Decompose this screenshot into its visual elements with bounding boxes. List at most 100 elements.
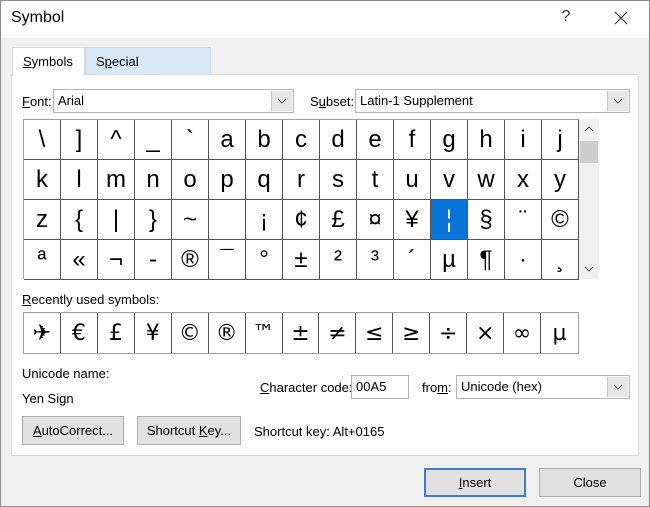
symbol-cell[interactable]: · [505, 240, 542, 280]
recent-symbol-cell[interactable]: µ [541, 313, 578, 353]
symbol-cell[interactable]: p [209, 160, 246, 200]
symbol-cell[interactable]: u [394, 160, 431, 200]
symbol-cell[interactable]: ¶ [468, 240, 505, 280]
symbol-cell[interactable]: o [172, 160, 209, 200]
chevron-down-icon [613, 384, 623, 390]
shortcut-key-button[interactable]: Shortcut Key... [137, 416, 241, 445]
recent-symbol-cell[interactable]: ± [283, 313, 320, 353]
recent-symbol-cell[interactable]: ™ [246, 313, 283, 353]
symbol-cell[interactable]: | [98, 200, 135, 240]
symbol-cell[interactable]: b [246, 120, 283, 160]
symbol-cell[interactable]: ¯ [209, 240, 246, 280]
symbol-cell[interactable]: i [505, 120, 542, 160]
from-label-text: fro [422, 380, 438, 395]
tab-special-characters[interactable]: Special Characters [85, 47, 211, 96]
symbol-cell[interactable]: g [431, 120, 468, 160]
recent-symbol-cell[interactable]: © [172, 313, 209, 353]
symbol-cell[interactable]: ~ [172, 200, 209, 240]
symbol-cell[interactable]: ¨ [505, 200, 542, 240]
subset-dropdown-value: Latin-1 Supplement [360, 93, 473, 108]
symbol-cell[interactable] [209, 200, 246, 240]
symbol-cell[interactable]: j [542, 120, 579, 160]
recent-symbol-cell[interactable]: ≠ [319, 313, 357, 353]
symbol-cell[interactable]: ¥ [394, 200, 431, 240]
symbol-cell[interactable]: y [542, 160, 579, 200]
autocorrect-button[interactable]: AutoCorrect... [22, 416, 124, 445]
symbol-cell[interactable]: - [135, 240, 172, 280]
symbol-cell[interactable]: z [24, 200, 61, 240]
symbol-cell[interactable]: ° [246, 240, 283, 280]
symbol-cell[interactable]: ¬ [98, 240, 135, 280]
symbol-cell[interactable]: c [283, 120, 320, 160]
symbol-cell[interactable]: ¡ [246, 200, 283, 240]
symbol-cell[interactable]: r [283, 160, 320, 200]
symbol-cell[interactable]: q [246, 160, 283, 200]
symbol-cell[interactable]: ² [320, 240, 357, 280]
symbol-cell[interactable]: ^ [98, 120, 135, 160]
symbol-cell[interactable]: £ [320, 200, 357, 240]
subset-dropdown-arrow[interactable] [607, 91, 628, 111]
symbol-cell[interactable]: ¢ [283, 200, 320, 240]
symbol-cell[interactable]: { [61, 200, 98, 240]
symbol-cell[interactable]: a [209, 120, 246, 160]
symbol-cell[interactable]: ® [172, 240, 209, 280]
symbol-cell[interactable]: ¤ [357, 200, 394, 240]
symbol-grid-scrollbar[interactable] [579, 119, 599, 279]
character-code-input[interactable]: 00A5 [351, 375, 409, 399]
symbol-grid[interactable]: \] ^ _ ` a b c d e f g h i j k l m n o p q r s t u v w x y z{|} ~ ¡ ¢ £ ¤… [23, 119, 579, 280]
symbol-cell[interactable]: ¸ [542, 240, 579, 280]
recent-symbol-cell[interactable]: ≤ [356, 313, 394, 353]
symbol-cell[interactable]: ´ [394, 240, 431, 280]
symbol-cell[interactable]: ª [24, 240, 61, 280]
symbol-cell[interactable]: h [468, 120, 505, 160]
symbol-cell[interactable]: _ [135, 120, 172, 160]
symbol-cell[interactable]: ³ [357, 240, 394, 280]
recent-symbol-cell[interactable]: ✈ [24, 313, 61, 353]
symbol-cell[interactable]: ± [283, 240, 320, 280]
insert-button[interactable]: Insert [424, 468, 526, 497]
symbol-cell[interactable]: x [505, 160, 542, 200]
symbol-cell[interactable]: l [61, 160, 98, 200]
symbol-cell[interactable]: e [357, 120, 394, 160]
font-dropdown-arrow[interactable] [271, 91, 292, 111]
subset-dropdown[interactable]: Latin-1 Supplement [355, 89, 630, 113]
symbol-cell[interactable]: ` [172, 120, 209, 160]
help-button[interactable]: ? [556, 8, 576, 26]
recent-symbol-cell[interactable]: ∞ [504, 313, 542, 353]
symbol-cell[interactable]: k [24, 160, 61, 200]
recent-symbol-cell[interactable]: ¥ [135, 313, 172, 353]
symbol-cell[interactable]: ] [61, 120, 98, 160]
recent-symbol-cell[interactable]: ÷ [430, 313, 468, 353]
font-dropdown[interactable]: Arial [53, 89, 294, 113]
recent-symbol-cell[interactable]: ≥ [393, 313, 431, 353]
from-dropdown-arrow[interactable] [607, 377, 628, 397]
from-label: from: [422, 380, 452, 395]
recent-symbol-cell[interactable]: ® [209, 313, 246, 353]
symbol-cell[interactable]: v [431, 160, 468, 200]
recent-symbol-cell[interactable]: € [61, 313, 98, 353]
scroll-down-button[interactable] [579, 259, 599, 279]
scroll-thumb[interactable] [580, 141, 598, 163]
symbol-cell[interactable]: « [61, 240, 98, 280]
symbol-cell[interactable]: s [320, 160, 357, 200]
symbol-cell[interactable]: } [135, 200, 172, 240]
from-dropdown[interactable]: Unicode (hex) [456, 375, 630, 399]
symbol-cell[interactable]: ¦ [431, 200, 468, 240]
close-window-button[interactable] [606, 5, 636, 31]
symbol-cell[interactable]: t [357, 160, 394, 200]
symbol-cell[interactable]: µ [431, 240, 468, 280]
symbol-cell[interactable]: n [135, 160, 172, 200]
symbol-cell[interactable]: f [394, 120, 431, 160]
symbol-cell[interactable]: § [468, 200, 505, 240]
close-button[interactable]: Close [539, 468, 641, 497]
symbol-cell[interactable]: m [98, 160, 135, 200]
recent-symbol-cell[interactable]: £ [98, 313, 135, 353]
scroll-up-button[interactable] [579, 119, 599, 139]
symbol-cell[interactable]: d [320, 120, 357, 160]
symbol-cell[interactable]: © [542, 200, 579, 240]
tab-symbols[interactable]: Symbols [12, 47, 85, 76]
recently-used-symbols[interactable]: ✈ € £ ¥ © ® ™ ± ≠ ≤ ≥ ÷ × ∞ µ [23, 312, 579, 354]
symbol-cell[interactable]: \ [24, 120, 61, 160]
symbol-cell[interactable]: w [468, 160, 505, 200]
recent-symbol-cell[interactable]: × [467, 313, 505, 353]
